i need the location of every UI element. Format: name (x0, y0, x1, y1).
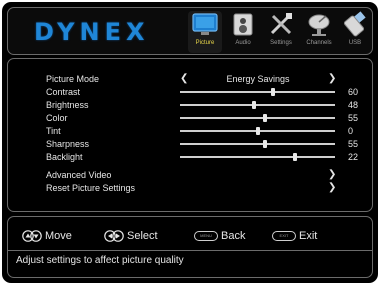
slider-label: Tint (46, 126, 61, 136)
chevron-left-icon[interactable]: ❮ (180, 73, 188, 85)
submenu-reset-picture-settings[interactable]: Reset Picture Settings ❯ (8, 182, 374, 194)
hint-exit: EXIT Exit (272, 227, 317, 245)
slider-thumb[interactable] (263, 114, 268, 122)
slider-row-brightness[interactable]: Brightness 48 (8, 99, 374, 111)
menu-header: DYNEX Picture Audio Settings Channels US… (7, 7, 373, 55)
key-hints: Move Select MENU Back EXIT Exit (8, 227, 374, 245)
chevron-right-icon: ❯ (328, 169, 337, 180)
exit-key-label: EXIT (279, 233, 289, 238)
slider-value: 55 (348, 113, 359, 123)
tab-channels[interactable]: Channels (302, 11, 336, 53)
picture-mode-value: Energy Savings (226, 74, 290, 84)
tab-usb[interactable]: USB (338, 11, 372, 53)
picture-mode-row[interactable]: Picture Mode ❮ Energy Savings ❯ (8, 73, 374, 85)
slider-track[interactable] (180, 153, 335, 161)
help-text: Adjust settings to affect picture qualit… (16, 255, 184, 266)
submenu-advanced-video[interactable]: Advanced Video ❯ (8, 169, 374, 181)
hint-back: MENU Back (194, 227, 245, 245)
tab-label: Settings (270, 40, 292, 46)
tab-label: Audio (235, 40, 251, 46)
slider-label: Contrast (46, 87, 81, 97)
tv-osd: DYNEX Picture Audio Settings Channels US… (2, 2, 378, 283)
hint-select-label: Select (127, 230, 158, 242)
hint-select: Select (104, 227, 158, 245)
hint-exit-label: Exit (299, 230, 318, 242)
help-panel: Move Select MENU Back EXIT Exit Adjust s… (7, 216, 373, 278)
hint-back-label: Back (221, 230, 246, 242)
slider-value: 60 (348, 87, 359, 97)
slider-value: 55 (348, 139, 359, 149)
tv-screen-icon (192, 13, 218, 35)
left-right-arrows-icon (104, 230, 124, 242)
tools-icon (270, 13, 292, 35)
slider-label: Color (46, 113, 68, 123)
slider-row-tint[interactable]: Tint 0 (8, 125, 374, 137)
menu-key-icon: MENU (194, 231, 218, 241)
slider-track[interactable] (180, 114, 335, 122)
slider-thumb[interactable] (263, 140, 268, 148)
tab-label: USB (348, 40, 362, 46)
slider-thumb[interactable] (271, 88, 275, 96)
slider-track[interactable] (180, 101, 335, 109)
speaker-icon (233, 13, 253, 36)
picture-mode-label: Picture Mode (46, 74, 100, 84)
slider-row-sharpness[interactable]: Sharpness 55 (8, 138, 374, 150)
slider-row-color[interactable]: Color 55 (8, 112, 374, 124)
slider-value: 48 (348, 100, 359, 110)
help-divider (8, 250, 372, 251)
slider-value: 0 (348, 126, 354, 136)
tab-label: Channels (306, 40, 332, 46)
hint-move-label: Move (45, 230, 72, 242)
chevron-right-icon: ❯ (328, 182, 337, 193)
hint-move: Move (22, 227, 72, 245)
chevron-right-icon[interactable]: ❯ (328, 73, 336, 85)
submenu-label: Advanced Video (46, 170, 112, 180)
submenu-label: Reset Picture Settings (46, 183, 136, 193)
exit-key-icon: EXIT (272, 231, 296, 241)
slider-value: 22 (348, 152, 359, 162)
slider-label: Backlight (46, 152, 83, 162)
menu-key-label: MENU (200, 233, 212, 238)
tab-picture[interactable]: Picture (188, 11, 222, 53)
slider-label: Sharpness (46, 139, 90, 149)
brand-logo: DYNEX (34, 18, 150, 46)
picture-menu: Picture Mode ❮ Energy Savings ❯ Contrast… (7, 58, 373, 212)
slider-thumb[interactable] (292, 153, 297, 161)
slider-track[interactable] (180, 88, 335, 96)
satellite-dish-icon (308, 14, 330, 36)
tab-settings[interactable]: Settings (264, 11, 298, 53)
slider-thumb[interactable] (255, 127, 260, 135)
usb-icon (343, 11, 366, 37)
up-down-arrows-icon (22, 230, 42, 242)
slider-label: Brightness (46, 100, 89, 110)
slider-thumb[interactable] (252, 101, 257, 109)
tab-label: Picture (195, 40, 215, 46)
slider-track[interactable] (180, 127, 335, 135)
tab-audio[interactable]: Audio (226, 11, 260, 53)
slider-row-backlight[interactable]: Backlight 22 (8, 151, 374, 163)
slider-row-contrast[interactable]: Contrast 60 (8, 86, 374, 98)
slider-track[interactable] (180, 140, 335, 148)
